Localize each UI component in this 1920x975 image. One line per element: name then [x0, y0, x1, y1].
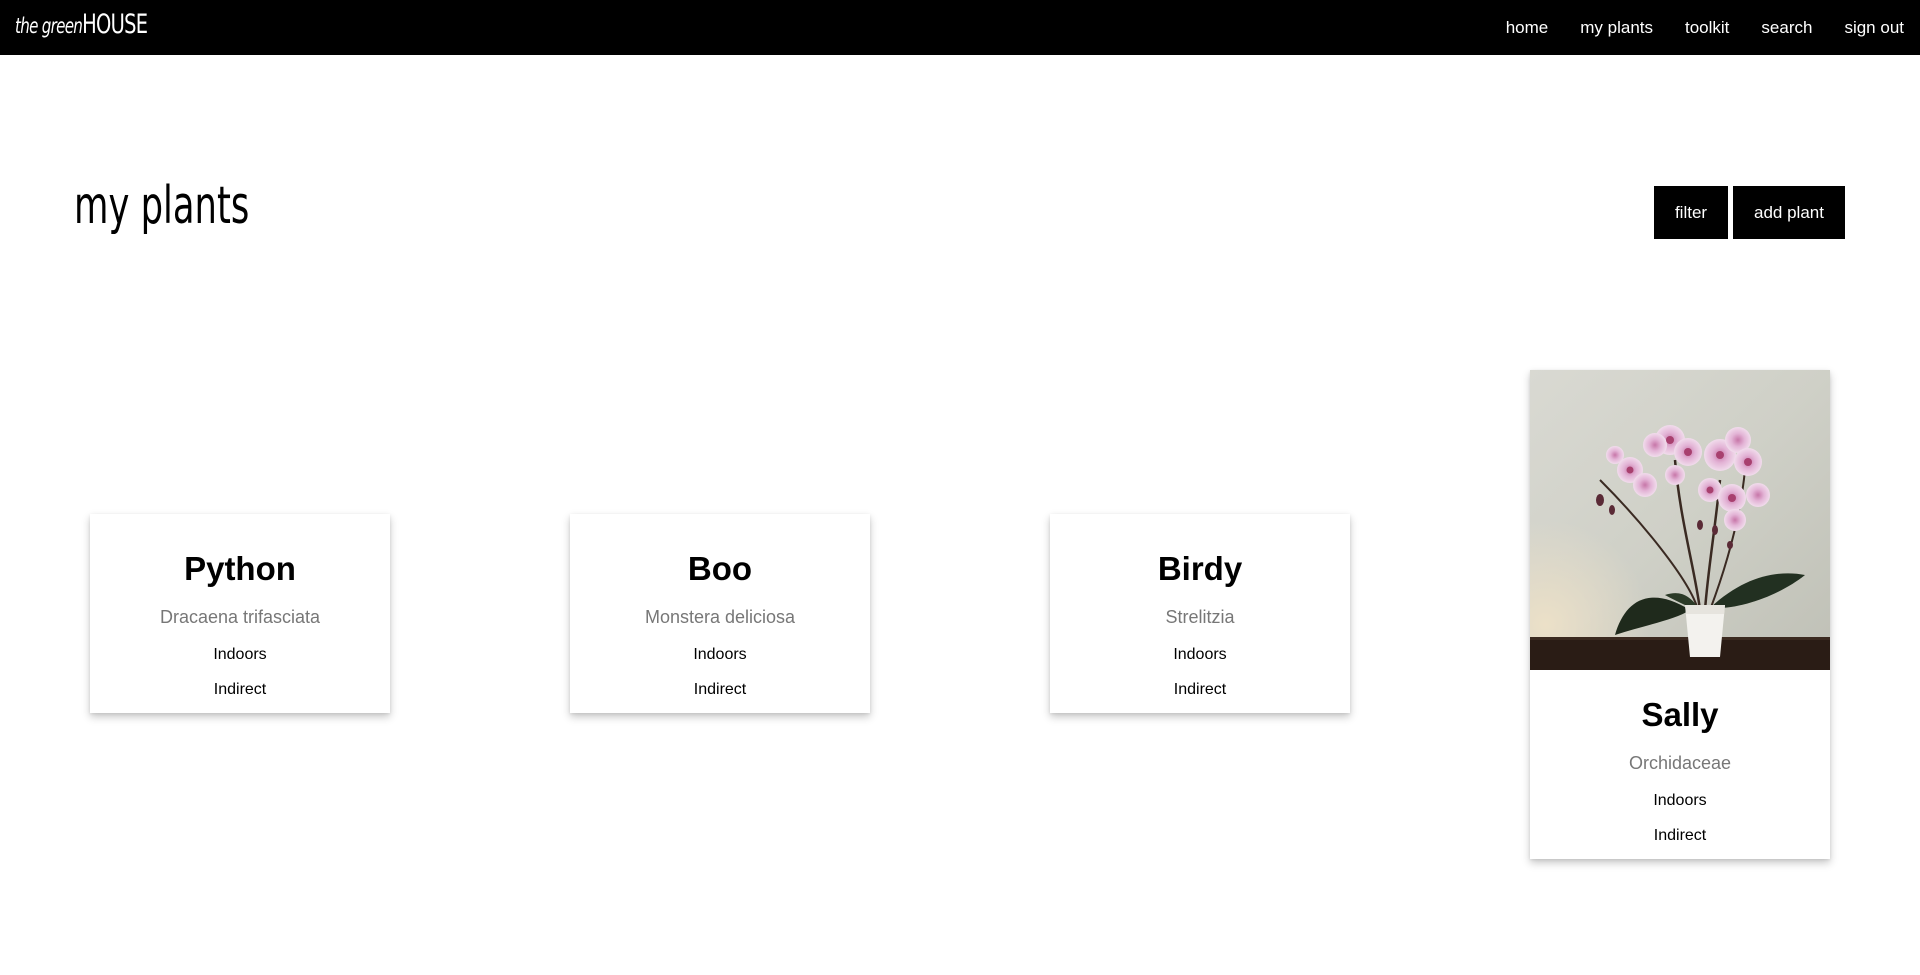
nav-toolkit[interactable]: toolkit	[1685, 18, 1729, 38]
header-actions: filter add plant	[1654, 186, 1845, 239]
page-title: my plants	[74, 176, 250, 236]
plant-species: Orchidaceae	[1628, 753, 1732, 773]
plant-location: Indoors	[1173, 646, 1227, 663]
brand-prefix: the green	[15, 14, 83, 38]
plant-light: Indirect	[1173, 681, 1227, 698]
plant-card[interactable]: Python Dracaena trifasciata Indoors Indi…	[90, 514, 390, 713]
filter-button[interactable]: filter	[1654, 186, 1728, 239]
plant-location: Indoors	[1653, 792, 1707, 809]
add-plant-button[interactable]: add plant	[1733, 186, 1845, 239]
brand-suffix: HOUSE	[82, 9, 148, 40]
plant-card[interactable]: Birdy Strelitzia Indoors Indirect	[1050, 514, 1350, 713]
plant-card-body: Birdy Strelitzia Indoors Indirect	[1050, 514, 1350, 713]
plant-location: Indoors	[213, 646, 267, 663]
plant-card[interactable]: Boo Monstera deliciosa Indoors Indirect	[570, 514, 870, 713]
plant-card-body: Python Dracaena trifasciata Indoors Indi…	[90, 514, 390, 713]
plant-name: Python	[184, 550, 296, 587]
top-navbar: the greenHOUSE home my plants toolkit se…	[0, 0, 1920, 55]
orchid-photo	[1530, 370, 1830, 670]
nav-links: home my plants toolkit search sign out	[1506, 0, 1904, 55]
nav-search[interactable]: search	[1761, 18, 1812, 38]
plant-name: Sally	[1641, 696, 1719, 733]
plant-species: Dracaena trifasciata	[159, 607, 321, 627]
plant-light: Indirect	[693, 681, 747, 698]
plant-card[interactable]: Sally Orchidaceae Indoors Indirect	[1530, 370, 1830, 859]
plant-name: Birdy	[1157, 550, 1243, 587]
plant-location: Indoors	[693, 646, 747, 663]
nav-home[interactable]: home	[1506, 18, 1549, 38]
plant-light: Indirect	[1653, 827, 1707, 844]
plant-light: Indirect	[213, 681, 267, 698]
plant-species: Strelitzia	[1165, 607, 1235, 627]
nav-my-plants[interactable]: my plants	[1580, 18, 1653, 38]
plant-name: Boo	[687, 550, 753, 587]
plant-card-body: Boo Monstera deliciosa Indoors Indirect	[570, 514, 870, 713]
brand-logo[interactable]: the greenHOUSE	[15, 9, 148, 40]
plant-card-body: Sally Orchidaceae Indoors Indirect	[1530, 670, 1830, 859]
nav-sign-out[interactable]: sign out	[1844, 18, 1904, 38]
plant-species: Monstera deliciosa	[644, 607, 796, 627]
